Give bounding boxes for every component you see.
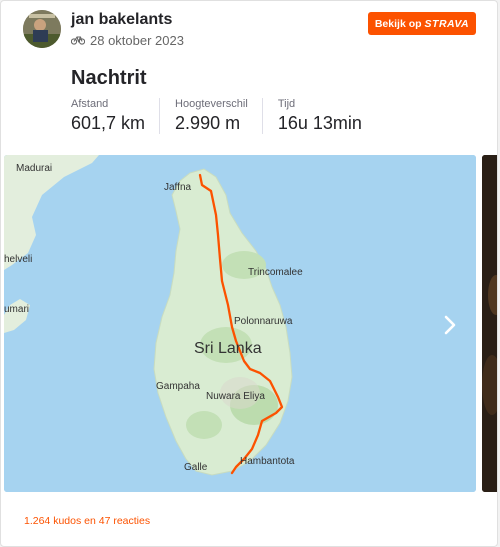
strava-button-label: Bekijk op [374,17,422,30]
activity-stats: Afstand 601,7 km Hoogteverschil 2.990 m … [71,98,391,134]
athlete-name[interactable]: jan bakelants [71,11,172,29]
map-label-madurai: Madurai [16,163,52,174]
strava-logo: STRAVA [424,17,470,30]
activity-date: 28 oktober 2023 [90,33,184,48]
view-on-strava-button[interactable]: Bekijk op STRAVA [368,12,476,35]
map-label-country: Sri Lanka [194,340,262,357]
stat-label: Tijd [277,98,296,110]
activity-title[interactable]: Nachtrit [71,67,147,90]
avatar[interactable] [23,10,61,48]
stat-value: 16u 13min [277,113,362,133]
chevron-right-icon[interactable] [438,313,462,337]
stat-elevation: Hoogteverschil 2.990 m [175,98,263,134]
map-label-edge2: umari [4,304,29,315]
stat-label: Hoogteverschil [175,98,248,110]
route-map[interactable]: Madurai Jaffna helveli Trincomalee umari… [4,155,476,492]
map-label-polonnaruwa: Polonnaruwa [234,316,293,327]
map-label-nuwara-eliya: Nuwara Eliya [206,391,265,402]
activity-meta: 28 oktober 2023 [70,33,184,48]
bicycle-icon [70,33,86,48]
stat-time: Tijd 16u 13min [278,98,376,134]
photo-thumbnail[interactable] [482,155,497,492]
map-label-trincomalee: Trincomalee [248,267,303,278]
stat-label: Afstand [71,98,109,110]
activity-card: jan bakelants 28 oktober 2023 Bekijk op … [0,0,498,547]
map-label-hambantota: Hambantota [240,456,295,467]
stat-value: 2.990 m [175,113,241,133]
map-label-jaffna: Jaffna [164,182,191,193]
map-label-galle: Galle [184,462,208,473]
map-label-edge1: helveli [4,254,32,265]
stat-value: 601,7 km [71,113,146,133]
stat-distance: Afstand 601,7 km [71,98,161,134]
kudos-and-comments-link[interactable]: 1.264 kudos en 47 reacties [24,515,150,527]
map-label-gampaha: Gampaha [156,381,200,392]
